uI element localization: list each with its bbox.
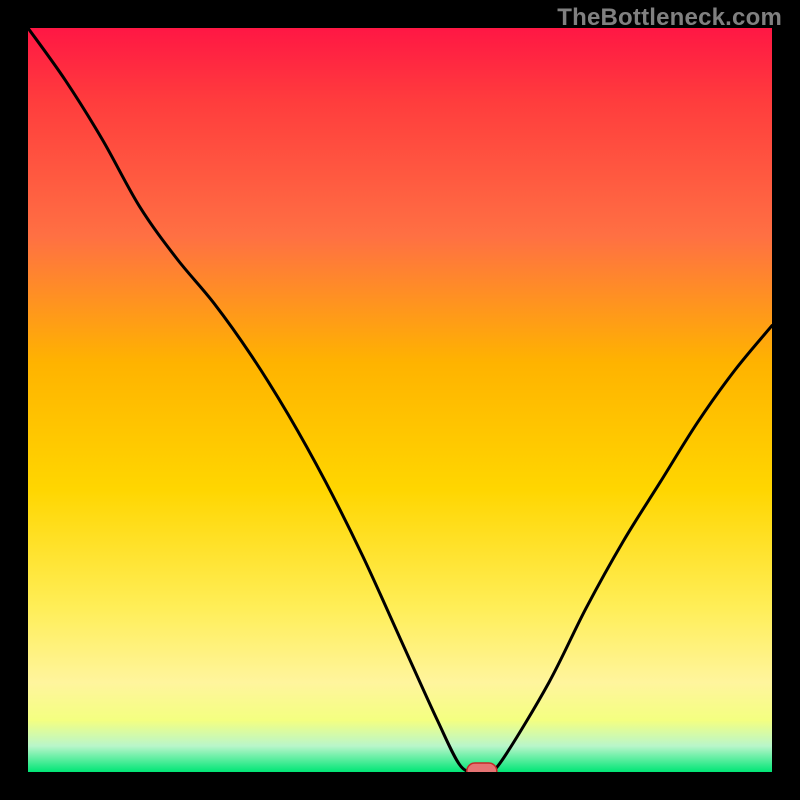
gradient-background bbox=[28, 28, 772, 772]
chart-frame: TheBottleneck.com bbox=[0, 0, 800, 800]
watermark-text: TheBottleneck.com bbox=[557, 4, 782, 32]
optimal-marker bbox=[467, 763, 497, 772]
chart-svg bbox=[28, 28, 772, 772]
plot-area bbox=[28, 28, 772, 772]
